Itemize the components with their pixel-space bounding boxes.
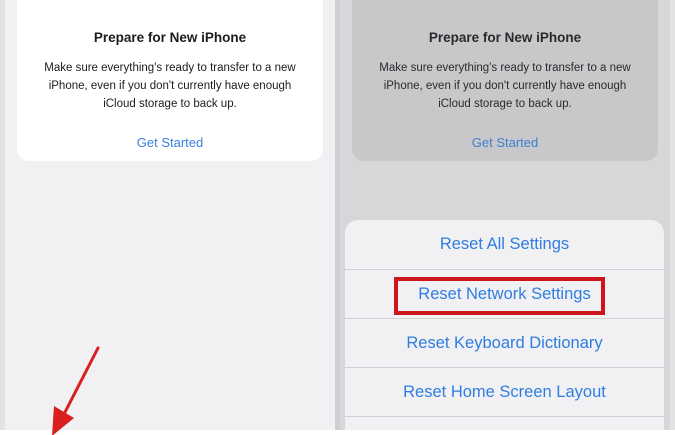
get-started-link[interactable]: Get Started: [352, 135, 658, 150]
reset-all-settings-button[interactable]: Reset All Settings: [345, 220, 664, 269]
highlight-box: [394, 277, 605, 315]
card-description: Make sure everything's ready to transfer…: [379, 62, 631, 110]
prepare-card: Prepare for New iPhone Make sure everyth…: [17, 0, 323, 161]
card-description: Make sure everything's ready to transfer…: [44, 62, 296, 110]
right-screen: Prepare for New iPhone Make sure everyth…: [340, 0, 670, 430]
iphone-icon: [159, 0, 181, 8]
reset-action-sheet: Reset All Settings Reset Network Setting…: [345, 220, 664, 430]
prepare-card-dimmed: Prepare for New iPhone Make sure everyth…: [352, 0, 658, 161]
card-title: Prepare for New iPhone: [428, 30, 582, 45]
reset-keyboard-dictionary-button[interactable]: Reset Keyboard Dictionary: [345, 319, 664, 368]
reset-home-screen-layout-button[interactable]: Reset Home Screen Layout: [345, 368, 664, 417]
get-started-link[interactable]: Get Started: [17, 135, 323, 150]
iphone-icon: [494, 0, 516, 8]
row-divider: [345, 416, 664, 417]
card-title: Prepare for New iPhone: [93, 30, 247, 45]
red-arrow-icon: [52, 346, 100, 435]
screen-edge-right: [670, 0, 675, 430]
